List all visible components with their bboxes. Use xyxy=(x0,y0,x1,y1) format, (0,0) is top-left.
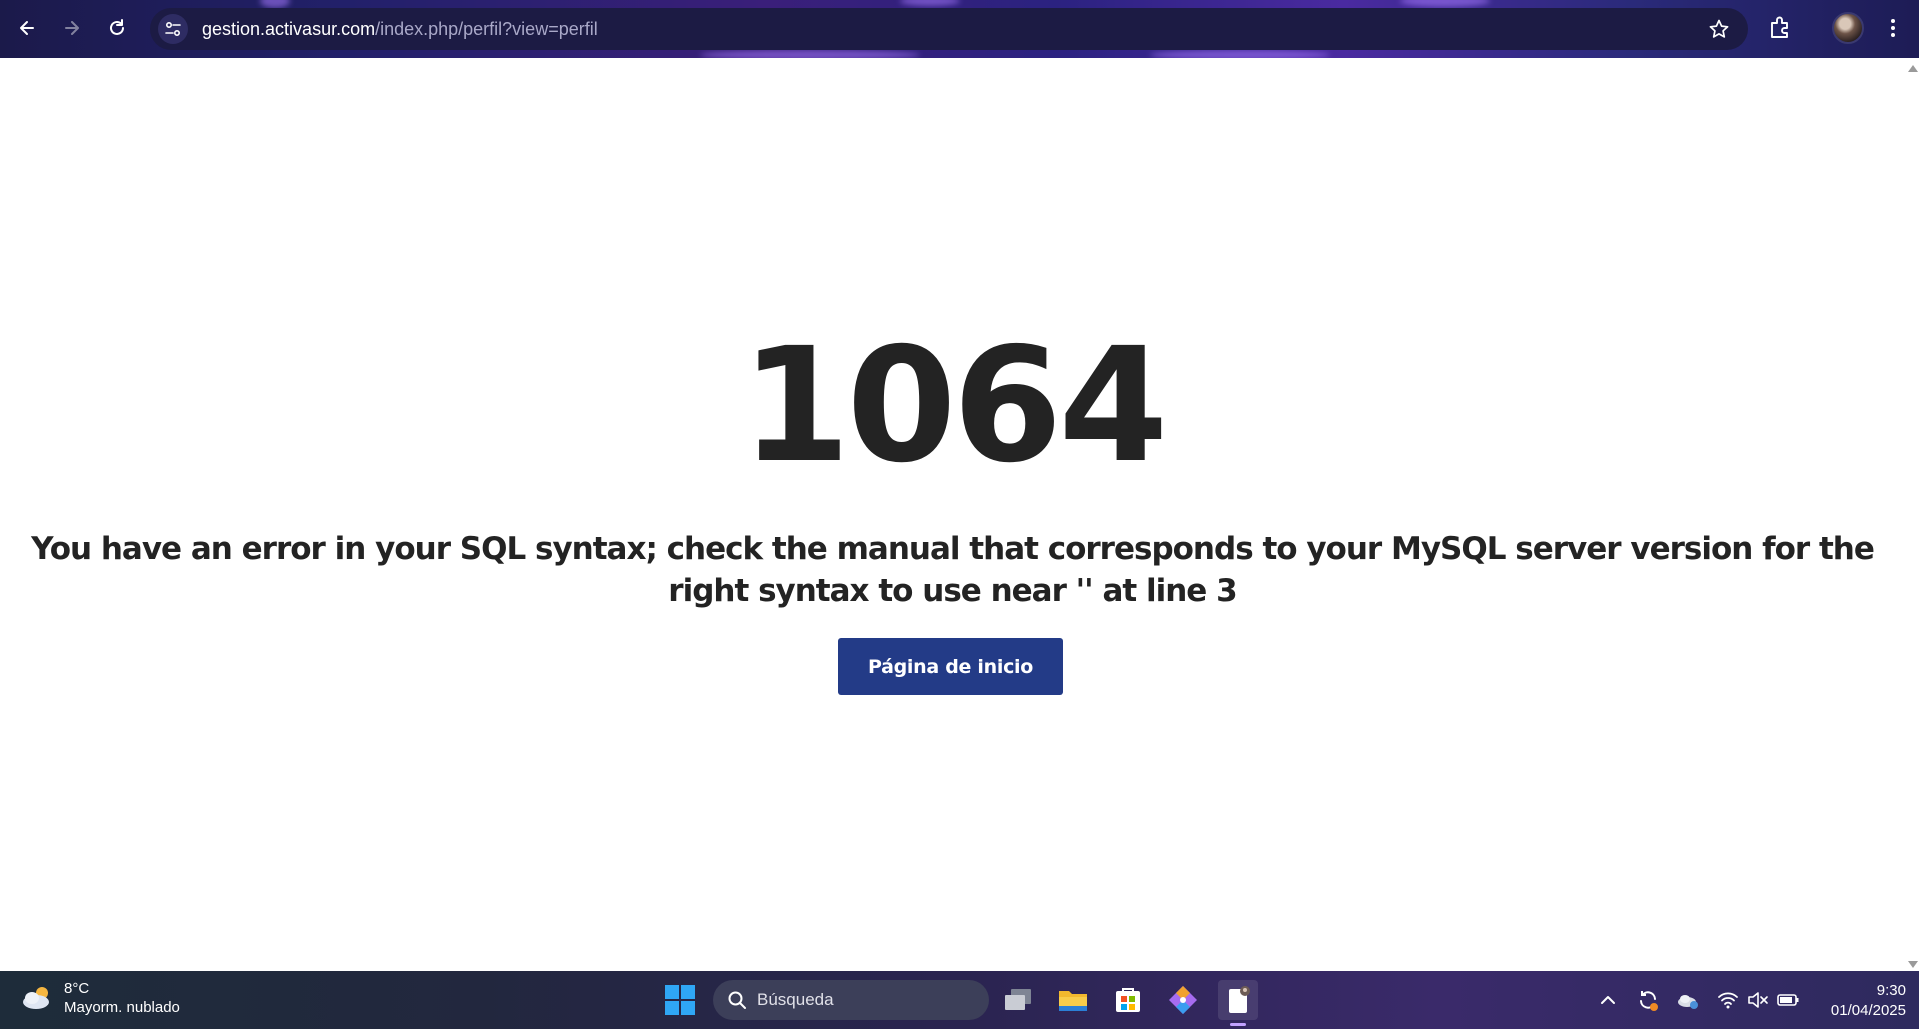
url-host: gestion.activasur.com xyxy=(202,18,376,39)
background-decoration xyxy=(1400,0,1490,7)
notepad-button[interactable] xyxy=(1218,980,1258,1026)
address-bar[interactable]: gestion.activasur.com/index.php/perfil?v… xyxy=(150,8,1748,50)
scrollbar[interactable] xyxy=(1905,58,1919,971)
more-icon[interactable] xyxy=(1880,14,1906,42)
git-app-button[interactable] xyxy=(1163,980,1203,1020)
active-indicator xyxy=(1230,1023,1246,1026)
file-explorer-button[interactable] xyxy=(1053,980,1093,1020)
url-path: /index.php/perfil?view=perfil xyxy=(375,18,598,39)
site-info-icon xyxy=(165,21,181,37)
ms-store-button[interactable] xyxy=(1108,980,1148,1020)
reload-icon xyxy=(110,19,124,35)
system-clock[interactable]: 9:30 01/04/2025 xyxy=(1806,981,1906,1021)
background-decoration xyxy=(1150,50,1330,58)
home-page-button[interactable]: Página de inicio xyxy=(838,638,1063,695)
windows-start-icon[interactable] xyxy=(664,984,696,1016)
back-button[interactable] xyxy=(12,13,42,43)
ms-store-icon xyxy=(1116,988,1140,1012)
wifi-icon[interactable] xyxy=(1716,988,1740,1012)
search-label: Búsqueda xyxy=(757,990,834,1009)
url-text[interactable]: gestion.activasur.com/index.php/perfil?v… xyxy=(202,19,598,40)
background-decoration xyxy=(260,0,290,8)
back-icon xyxy=(20,21,34,35)
extensions-icon[interactable] xyxy=(1766,14,1794,42)
error-message: You have an error in your SQL syntax; ch… xyxy=(31,531,1875,609)
task-view-icon xyxy=(1005,989,1031,1010)
weather-temperature: 8°C xyxy=(64,980,90,997)
taskbar-search[interactable]: Búsqueda xyxy=(713,980,989,1020)
battery-icon[interactable] xyxy=(1776,988,1800,1012)
weather-description: Mayorm. nublado xyxy=(64,999,180,1016)
task-view-button[interactable] xyxy=(998,980,1038,1020)
onedrive-icon[interactable] xyxy=(1676,988,1700,1012)
avatar[interactable] xyxy=(1832,12,1864,44)
file-explorer-icon xyxy=(1059,991,1087,1011)
git-icon xyxy=(1169,986,1197,1014)
sync-icon[interactable] xyxy=(1636,988,1660,1012)
cloudy-weather-icon xyxy=(23,987,49,1009)
notepad-icon xyxy=(1229,986,1250,1013)
error-code: 1064 xyxy=(740,314,1169,498)
forward-button[interactable] xyxy=(57,13,87,43)
volume-muted-icon[interactable] xyxy=(1746,988,1770,1012)
forward-icon xyxy=(65,21,79,35)
clock-time: 9:30 xyxy=(1876,982,1906,999)
scroll-down-arrow-icon[interactable] xyxy=(1908,961,1918,968)
taskbar: 8°C Mayorm. nublado Búsqueda 9:30 01/04/… xyxy=(0,971,1919,1029)
background-decoration xyxy=(700,50,920,58)
chevron-up-icon[interactable] xyxy=(1596,988,1620,1012)
scroll-up-arrow-icon[interactable] xyxy=(1908,65,1918,72)
reload-button[interactable] xyxy=(102,13,132,43)
browser-toolbar: gestion.activasur.com/index.php/perfil?v… xyxy=(0,0,1919,58)
site-info-button[interactable] xyxy=(158,14,188,44)
clock-date: 01/04/2025 xyxy=(1830,1002,1906,1019)
page-content: 1064 You have an error in your SQL synta… xyxy=(0,58,1905,971)
star-icon[interactable] xyxy=(1708,18,1730,40)
weather-widget[interactable]: 8°C Mayorm. nublado xyxy=(20,979,180,1017)
search-icon xyxy=(728,991,746,1009)
background-decoration xyxy=(900,0,960,6)
